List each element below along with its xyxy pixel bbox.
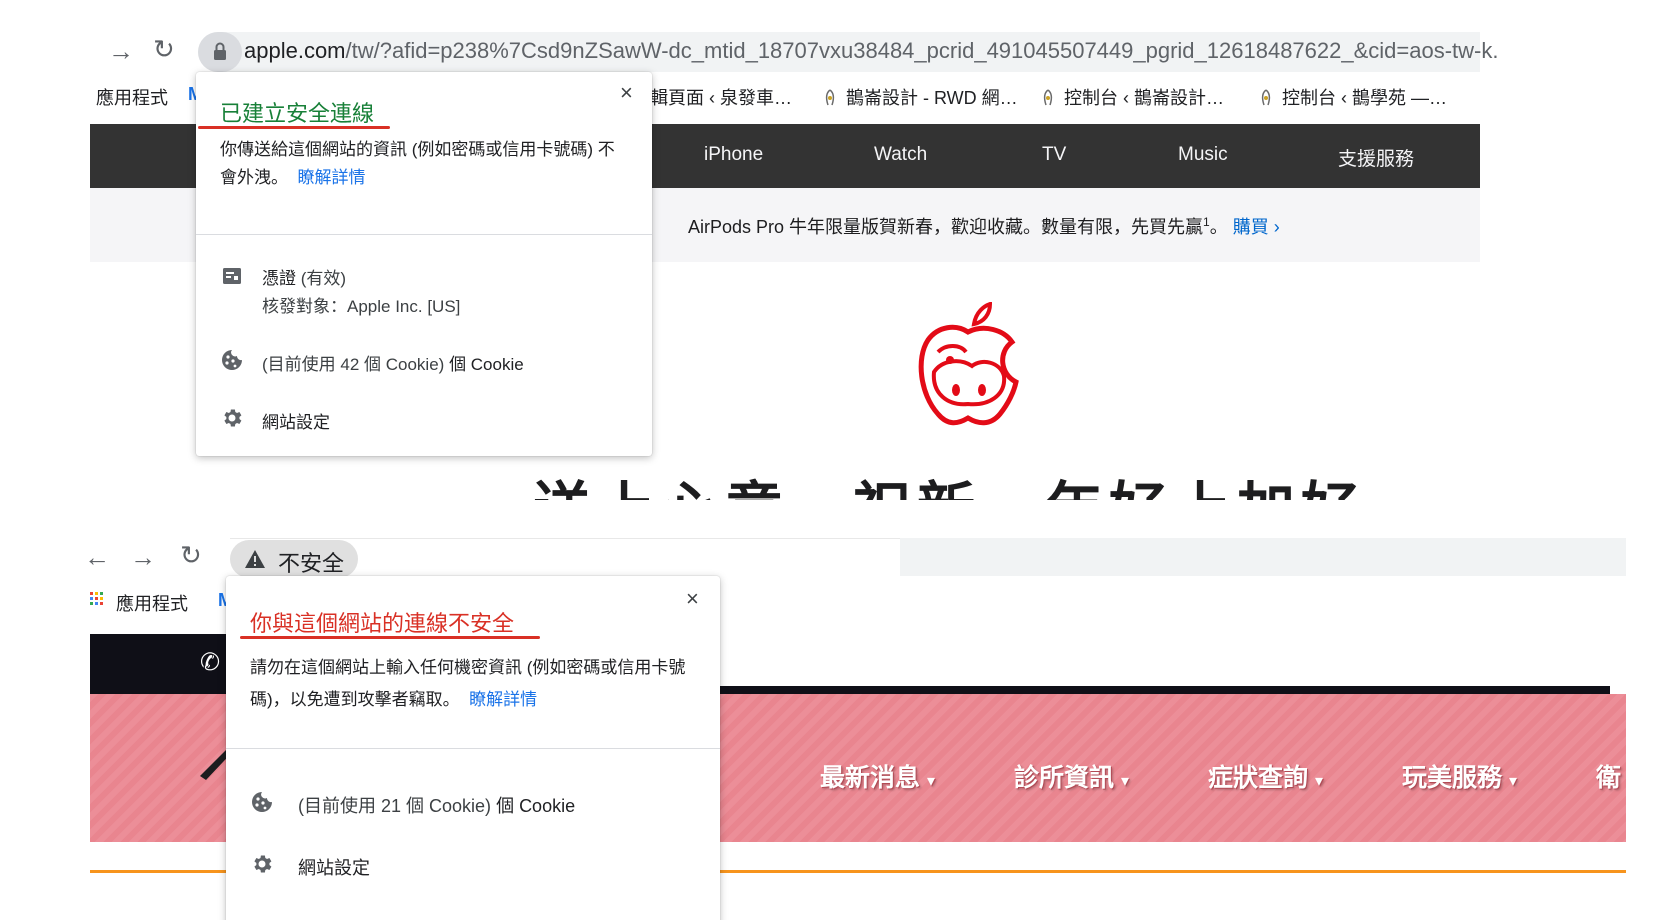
certificate-status: (有效)	[300, 269, 347, 288]
promo-message: AirPods Pro 牛年限量版賀新春，歡迎收藏。數量有限，先買先贏	[688, 217, 1204, 237]
nav-label: 玩美服務	[1402, 764, 1503, 792]
secure-site-info-popup: × 已建立安全連線 你傳送給這個網站的資訊 (例如密碼或信用卡號碼) 不會外洩。…	[196, 72, 652, 456]
nav-clinic-info[interactable]: 診所資訊 ▾	[1014, 758, 1129, 794]
cookies-row[interactable]: (目前使用 21 個 Cookie) 個 Cookie	[298, 792, 575, 818]
bookmark-item[interactable]: 鵲崙設計 - RWD 網…	[822, 84, 1018, 110]
cookies-label: 個 Cookie	[449, 355, 524, 374]
bookmark-item[interactable]: 輯頁面 ‹ 泉發車…	[650, 84, 792, 110]
lock-icon	[214, 42, 226, 60]
cookie-icon	[222, 350, 242, 370]
connection-insecure-title: 你與這個網站的連線不安全	[250, 611, 515, 636]
reload-icon[interactable]: ↻	[180, 542, 202, 568]
close-icon[interactable]: ×	[686, 588, 699, 610]
nav-iphone[interactable]: iPhone	[704, 144, 763, 166]
learn-more-link[interactable]: 瞭解詳情	[469, 690, 537, 709]
phone-icon: ✆	[200, 649, 221, 676]
cookies-count: (目前使用 42 個 Cookie)	[262, 355, 445, 374]
chevron-down-icon: ▾	[1508, 773, 1517, 790]
certificate-issuer: 核發對象：Apple Inc. [US]	[262, 297, 461, 316]
nav-news[interactable]: 最新消息 ▾	[820, 758, 935, 794]
forward-icon[interactable]: →	[130, 544, 156, 570]
apps-grid-icon[interactable]	[90, 590, 104, 613]
reload-icon[interactable]: ↻	[153, 36, 175, 62]
address-bar-extension	[900, 538, 1626, 576]
nav-support[interactable]: 支援服務	[1338, 144, 1414, 171]
description-text: 請勿在這個網站上輸入任何機密資訊 (例如密碼或信用卡號碼)，以免遭到攻擊者竊取。	[250, 658, 686, 709]
site-settings-row[interactable]: 網站設定	[298, 854, 370, 880]
description-text: 你傳送給這個網站的資訊 (例如密碼或信用卡號碼) 不會外洩。	[220, 140, 615, 187]
certificate-label: 憑證	[262, 269, 296, 288]
insecure-site-info-popup: × 你與這個網站的連線不安全 請勿在這個網站上輸入任何機密資訊 (例如密碼或信用…	[226, 576, 720, 920]
chevron-down-icon: ▾	[1120, 773, 1129, 790]
bookmark-item[interactable]: 控制台 ‹ 鵲學苑 —…	[1258, 84, 1447, 110]
chevron-down-icon: ▾	[926, 773, 935, 790]
insecure-connection-screenshot: ← → ↻ 不安全 應用程式 M ✆ 最新消息 ▾ 診所資訊 ▾ 症狀查詢 ▾ …	[0, 530, 1676, 920]
nav-label: 診所資訊	[1014, 764, 1115, 792]
not-secure-label[interactable]: 不安全	[278, 546, 344, 578]
nav-tv[interactable]: TV	[1042, 144, 1066, 166]
nav-symptoms[interactable]: 症狀查詢 ▾	[1208, 758, 1323, 794]
bookmark-favicon-icon	[822, 89, 838, 107]
back-icon[interactable]: ←	[84, 544, 110, 570]
divider	[226, 748, 720, 749]
connection-description: 請勿在這個網站上輸入任何機密資訊 (例如密碼或信用卡號碼)，以免遭到攻擊者竊取。…	[250, 652, 700, 716]
close-icon[interactable]: ×	[620, 82, 633, 104]
nav-more[interactable]: 衛	[1596, 758, 1621, 794]
certificate-row[interactable]: 憑證 (有效)	[262, 264, 346, 289]
promo-text: AirPods Pro 牛年限量版賀新春，歡迎收藏。數量有限，先買先贏1。 購買…	[688, 213, 1280, 239]
gear-icon	[254, 855, 272, 873]
cookies-count: (目前使用 21 個 Cookie)	[298, 796, 492, 816]
annotation-underline	[198, 126, 390, 129]
bookmark-apps[interactable]: 應用程式	[116, 590, 188, 616]
promo-footnote: 1	[1203, 215, 1210, 229]
bookmark-favicon-icon	[1040, 89, 1056, 107]
divider	[196, 234, 652, 235]
secure-connection-screenshot: → ↻ apple.com/tw/?afid=p238%7Csd9nZSawW-…	[0, 0, 1676, 500]
bookmark-label: 控制台 ‹ 鵲學苑 —…	[1282, 88, 1447, 108]
learn-more-link[interactable]: 瞭解詳情	[297, 168, 365, 187]
bookmark-favicon-icon	[1258, 89, 1274, 107]
nav-label: 症狀查詢	[1208, 764, 1309, 792]
promo-end: 。	[1209, 217, 1228, 237]
warning-icon	[245, 550, 265, 568]
bookmark-label: 控制台 ‹ 鵲崙設計…	[1064, 88, 1224, 108]
buy-link[interactable]: 購買 ›	[1233, 217, 1280, 237]
cookies-label: 個 Cookie	[496, 796, 576, 816]
bookmark-label: 輯頁面 ‹ 泉發車…	[650, 88, 792, 108]
nav-music[interactable]: Music	[1178, 144, 1228, 166]
nav-watch[interactable]: Watch	[874, 144, 927, 166]
url-path: /tw/?afid=p238%7Csd9nZSawW-dc_mtid_18707…	[345, 38, 1499, 63]
bookmark-item[interactable]: 控制台 ‹ 鵲崙設計…	[1040, 84, 1224, 110]
cookies-row[interactable]: (目前使用 42 個 Cookie) 個 Cookie	[262, 350, 524, 375]
chevron-down-icon: ▾	[1314, 773, 1323, 790]
bookmark-apps[interactable]: 應用程式	[96, 84, 168, 110]
url-text[interactable]: apple.com/tw/?afid=p238%7Csd9nZSawW-dc_m…	[244, 38, 1499, 64]
url-host: apple.com	[244, 38, 346, 63]
nav-services[interactable]: 玩美服務 ▾	[1402, 758, 1517, 794]
site-info-button[interactable]	[198, 32, 242, 72]
forward-icon[interactable]: →	[108, 38, 134, 64]
hero-headline: 送上心意，祝新一年好上加好。	[533, 462, 1429, 500]
connection-description: 你傳送給這個網站的資訊 (例如密碼或信用卡號碼) 不會外洩。 瞭解詳情	[220, 136, 630, 192]
site-settings-row[interactable]: 網站設定	[262, 408, 330, 433]
apple-ox-logo-icon	[918, 302, 1019, 426]
nav-label: 最新消息	[820, 764, 921, 792]
annotation-underline	[240, 636, 540, 639]
bookmark-label: 鵲崙設計 - RWD 網…	[846, 88, 1018, 108]
cookie-icon	[252, 792, 272, 812]
gear-icon	[224, 409, 242, 427]
site-top-bar-white	[718, 634, 1610, 690]
connection-secure-title: 已建立安全連線	[220, 101, 375, 126]
certificate-icon	[223, 268, 241, 284]
